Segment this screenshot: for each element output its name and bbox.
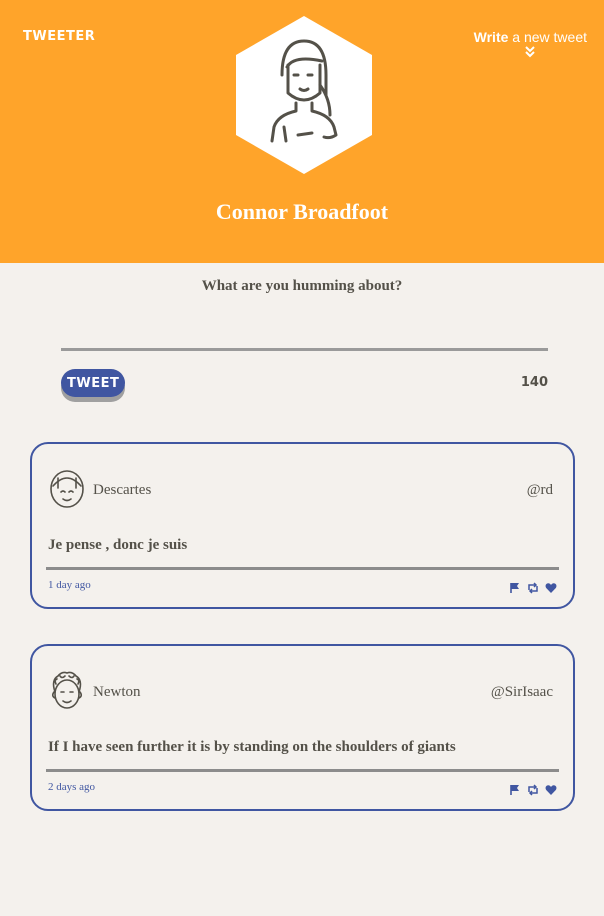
write-new-tweet-link[interactable]: Write a new tweet (474, 29, 587, 60)
retweet-icon[interactable] (527, 581, 539, 594)
avatar (48, 468, 86, 510)
retweet-icon[interactable] (527, 783, 539, 796)
tweet-card: Newton @SirIsaac If I have seen further … (30, 644, 575, 811)
profile-avatar (234, 15, 374, 175)
tweet-author-handle: @SirIsaac (490, 684, 553, 700)
tweet-text: Je pense , donc je suis (48, 537, 188, 553)
chevron-double-down-icon (474, 45, 587, 60)
heart-icon[interactable] (545, 783, 557, 795)
tweet-actions (509, 783, 557, 796)
tweet-card: Descartes @rd Je pense , donc je suis 1 … (30, 442, 575, 609)
tweet-timestamp: 1 day ago (48, 579, 91, 591)
flag-icon[interactable] (509, 581, 521, 593)
user-name: Connor Broadfoot (215, 199, 389, 224)
tweet-divider (46, 567, 559, 570)
tweet-timestamp: 2 days ago (48, 781, 96, 793)
tweet-submit-button[interactable]: TWEET (61, 369, 125, 397)
heart-icon[interactable] (545, 581, 557, 593)
flag-icon[interactable] (509, 783, 521, 795)
tweet-author-handle: @rd (526, 482, 553, 498)
profile-header: TWEETER Write a new tweet Connor Broadfo… (0, 0, 604, 263)
tweet-author-name: Descartes (93, 482, 152, 498)
compose-bold-label: Write (473, 29, 509, 45)
tweet-divider (46, 769, 559, 772)
compose-rest-label: a new tweet (508, 29, 587, 45)
character-counter: 140 (520, 375, 548, 390)
tweet-author-name: Newton (93, 684, 141, 700)
avatar (48, 670, 86, 712)
tweet-actions (509, 581, 557, 594)
compose-prompt: What are you humming about? (201, 278, 403, 294)
brand-logo[interactable]: TWEETER (23, 29, 95, 44)
tweet-text-input[interactable] (61, 318, 548, 351)
tweet-text: If I have seen further it is by standing… (48, 739, 456, 755)
